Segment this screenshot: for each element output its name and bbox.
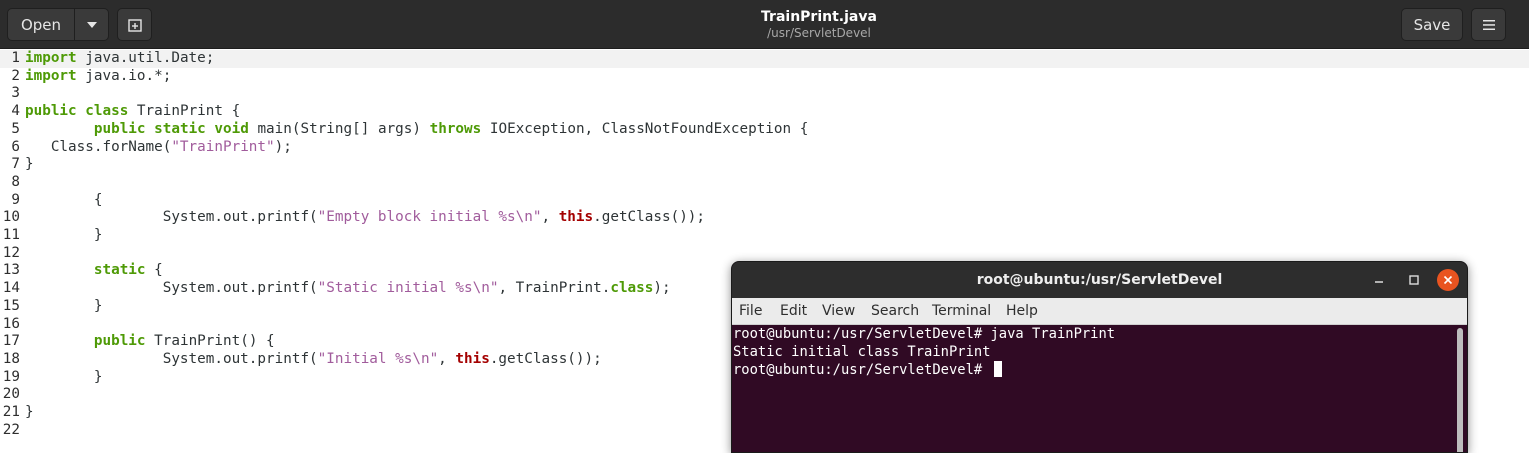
terminal-menu-view[interactable]: View <box>822 303 855 319</box>
terminal-line: root@ubuntu:/usr/ServletDevel# java Trai… <box>733 326 1116 342</box>
code-text[interactable]: public static void main(String[] args) t… <box>25 121 808 139</box>
code-text[interactable]: } <box>25 298 103 316</box>
header-bar: Open TrainPrint.java /usr/ServletDevel S… <box>0 0 1529 49</box>
line-number: 2 <box>11 67 20 84</box>
line-number: 22 <box>2 421 20 438</box>
terminal-menu-help[interactable]: Help <box>1006 303 1038 319</box>
maximize-button[interactable] <box>1404 270 1424 290</box>
save-button[interactable]: Save <box>1401 8 1463 41</box>
document-path: /usr/ServletDevel <box>767 26 871 40</box>
code-text[interactable]: System.out.printf("Initial %s\n", this.g… <box>25 351 602 369</box>
line-number: 4 <box>11 103 20 120</box>
code-line[interactable]: 12 <box>0 245 1529 263</box>
terminal-line: Static initial class TrainPrint <box>733 344 991 360</box>
hamburger-menu-icon <box>1482 19 1495 30</box>
terminal-cursor <box>993 361 1002 377</box>
code-text[interactable]: static { <box>25 262 163 280</box>
terminal-titlebar[interactable]: root@ubuntu:/usr/ServletDevel <box>732 262 1467 298</box>
terminal-menu-terminal[interactable]: Terminal <box>932 303 991 319</box>
code-text[interactable]: System.out.printf("Empty block initial %… <box>25 209 705 227</box>
line-number: 21 <box>2 404 20 420</box>
close-icon <box>1443 275 1453 285</box>
minimize-icon <box>1375 281 1383 283</box>
code-text[interactable]: import java.util.Date; <box>25 50 214 68</box>
line-number: 11 <box>2 227 20 243</box>
line-number: 1 <box>11 50 20 66</box>
code-text[interactable]: Class.forName("TrainPrint"); <box>25 139 292 157</box>
code-text[interactable]: } <box>25 227 103 245</box>
code-line[interactable]: 11 } <box>0 227 1529 245</box>
line-number: 12 <box>2 244 20 261</box>
maximize-icon <box>1409 275 1419 285</box>
line-number: 17 <box>2 333 20 350</box>
terminal-window[interactable]: root@ubuntu:/usr/ServletDevel File Edit Vi… <box>731 261 1468 453</box>
line-number: 8 <box>11 173 20 190</box>
line-number: 7 <box>11 156 20 173</box>
close-button[interactable] <box>1437 269 1459 291</box>
document-title: TrainPrint.java <box>761 9 877 25</box>
code-text[interactable]: public TrainPrint() { <box>25 333 275 351</box>
code-text[interactable]: } <box>25 369 103 387</box>
minimize-button[interactable] <box>1369 270 1389 290</box>
line-number: 14 <box>2 280 20 297</box>
code-text[interactable]: } <box>25 404 34 422</box>
document-title-area: TrainPrint.java /usr/ServletDevel <box>619 9 1019 41</box>
code-line[interactable]: 1 import java.util.Date; <box>0 50 1529 68</box>
code-line[interactable]: 10 System.out.printf("Empty block initia… <box>0 209 1529 227</box>
line-number: 16 <box>2 315 20 332</box>
line-number: 15 <box>2 297 20 314</box>
terminal-menu-search[interactable]: Search <box>871 303 919 319</box>
chevron-down-icon <box>86 21 97 28</box>
terminal-scrollbar[interactable] <box>1457 328 1463 452</box>
line-number: 9 <box>11 191 20 208</box>
new-tab-icon <box>127 18 142 32</box>
terminal-title: root@ubuntu:/usr/ServletDevel <box>976 272 1223 288</box>
line-number: 10 <box>2 209 20 226</box>
code-line[interactable]: 4 public class TrainPrint { <box>0 103 1529 121</box>
line-number: 6 <box>11 138 20 155</box>
code-line[interactable]: 2 import java.io.*; <box>0 68 1529 86</box>
new-tab-button[interactable] <box>117 8 152 41</box>
terminal-output[interactable]: root@ubuntu:/usr/ServletDevel# java Trai… <box>732 324 1467 452</box>
code-line[interactable]: 5 public static void main(String[] args)… <box>0 121 1529 139</box>
code-line[interactable]: 8 <box>0 174 1529 192</box>
line-number: 13 <box>2 262 20 279</box>
main-menu-button[interactable] <box>1471 8 1506 41</box>
code-line[interactable]: 3 <box>0 85 1529 103</box>
code-text[interactable]: System.out.printf("Static initial %s\n",… <box>25 280 671 298</box>
terminal-menu-file[interactable]: File <box>739 303 762 319</box>
open-menu-button[interactable] <box>74 8 109 41</box>
open-button[interactable]: Open <box>7 8 75 41</box>
code-line[interactable]: 9 { <box>0 192 1529 210</box>
line-number: 18 <box>2 350 20 367</box>
terminal-menubar: File Edit View Search Terminal Help <box>732 298 1467 325</box>
line-number: 5 <box>11 120 20 137</box>
code-text[interactable]: public class TrainPrint { <box>25 103 240 121</box>
line-number: 19 <box>2 368 20 385</box>
terminal-menu-edit[interactable]: Edit <box>780 303 807 319</box>
code-text[interactable]: import java.io.*; <box>25 68 171 86</box>
code-text[interactable]: { <box>25 192 103 210</box>
code-line[interactable]: 7} <box>0 156 1529 174</box>
line-number: 3 <box>11 85 20 102</box>
terminal-line: root@ubuntu:/usr/ServletDevel# <box>733 361 1002 379</box>
code-text[interactable]: } <box>25 156 34 174</box>
line-number: 20 <box>2 386 20 403</box>
code-line[interactable]: 6 Class.forName("TrainPrint"); <box>0 139 1529 157</box>
